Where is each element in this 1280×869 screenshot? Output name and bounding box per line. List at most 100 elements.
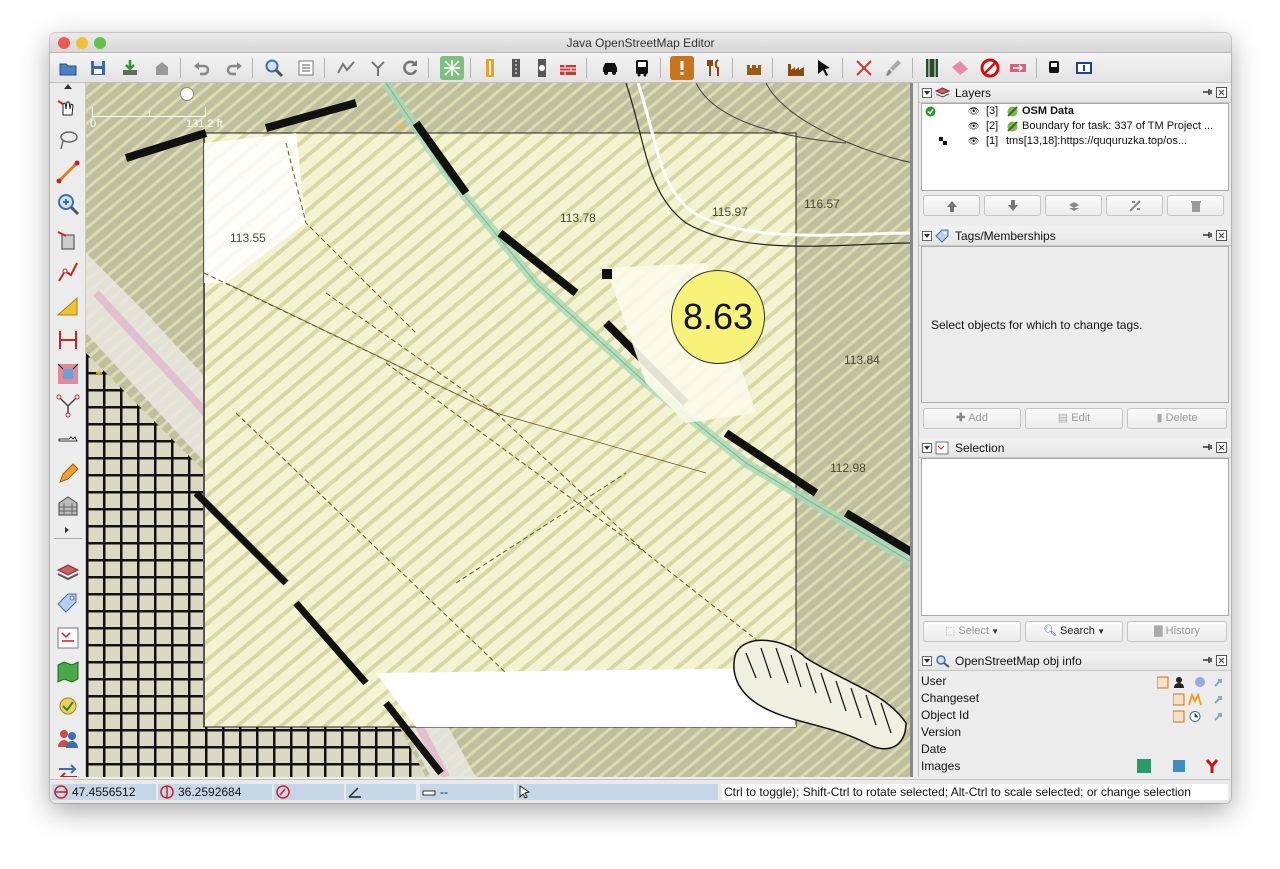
zoom-button[interactable]: [262, 56, 286, 80]
preset-barrier-button[interactable]: [556, 56, 580, 80]
lasso-mode-button[interactable]: [55, 127, 81, 153]
preset-brush-button[interactable]: [882, 56, 906, 80]
upload-button[interactable]: [150, 56, 174, 80]
pin-icon[interactable]: [1202, 655, 1213, 666]
toggle-validator-button[interactable]: [55, 693, 81, 719]
building-tool-button[interactable]: [55, 493, 81, 519]
eye-icon[interactable]: 👁: [968, 119, 979, 134]
object-id-actions-icons[interactable]: [1173, 710, 1229, 723]
preset-car-button[interactable]: [598, 56, 622, 80]
selection-list-icon: [57, 627, 79, 649]
move-layer-up-button[interactable]: [923, 195, 980, 216]
toggle-map-paint-button[interactable]: [55, 659, 81, 685]
preset-bus-button[interactable]: [630, 56, 654, 80]
preset-castle-button[interactable]: [742, 56, 766, 80]
toggle-tags-button[interactable]: [55, 591, 81, 617]
scroll-up-arrow-icon[interactable]: [64, 84, 72, 89]
collapse-toggle-icon[interactable]: [922, 88, 932, 98]
preset-crossing-button[interactable]: [852, 56, 876, 80]
split-way-button[interactable]: [55, 327, 81, 353]
pin-icon[interactable]: [1202, 230, 1213, 241]
user-actions-icons[interactable]: [1157, 676, 1229, 689]
search-button[interactable]: 🔍︎ Search ▼: [1025, 621, 1123, 642]
redo-button[interactable]: [222, 56, 246, 80]
select-button[interactable]: ⬚ Select ▼: [923, 621, 1021, 642]
minimize-window-button[interactable]: [76, 37, 88, 49]
toggle-changeset-button[interactable]: [55, 759, 81, 777]
obj-info-version: Version: [921, 725, 962, 739]
dropdown-arrow-icon[interactable]: ▼: [1095, 627, 1105, 636]
draw-mode-button[interactable]: [55, 159, 81, 185]
eye-icon[interactable]: 👁: [968, 104, 979, 119]
preset-road-button[interactable]: [504, 56, 528, 80]
close-icon[interactable]: [1216, 230, 1227, 241]
preset-oneway-button[interactable]: [1006, 56, 1030, 80]
preset-warning-button[interactable]: [670, 56, 694, 80]
open-file-button[interactable]: [56, 56, 80, 80]
toggle-layers-button[interactable]: [55, 559, 81, 585]
zoom-slider-knob[interactable]: [180, 87, 194, 101]
layers-list: 👁 [3] OSM Data 👁 [2] Boundary for task: …: [921, 103, 1229, 191]
changeset-actions-icons[interactable]: [1173, 693, 1229, 706]
pencil-mode-button[interactable]: [55, 461, 81, 487]
undo-button[interactable]: [190, 56, 214, 80]
download-button[interactable]: [118, 56, 142, 80]
close-icon[interactable]: [1216, 655, 1227, 666]
zoom-mode-button[interactable]: [55, 191, 81, 217]
preset-railway-button[interactable]: [920, 56, 944, 80]
preset-information-button[interactable]: [1072, 56, 1096, 80]
extrude-mode-button[interactable]: [55, 361, 81, 387]
preset-ticket-button[interactable]: [948, 56, 972, 80]
collapse-toggle-icon[interactable]: [922, 231, 932, 241]
layer-opacity-button[interactable]: [1106, 195, 1163, 216]
eye-icon[interactable]: 👁: [968, 134, 979, 149]
more-tools-arrow-icon[interactable]: [65, 527, 69, 533]
layer-row-tms[interactable]: 👁 [1] tms[13,18]:https://ququruzka.top/o…: [922, 134, 1228, 149]
history-button[interactable]: ▇ History: [1127, 621, 1227, 642]
tags-dialog: Tags/Memberships Select objects for whic…: [919, 226, 1231, 432]
preset-traffic-button[interactable]: [478, 56, 502, 80]
node-tool-button[interactable]: [55, 393, 81, 419]
pin-icon[interactable]: [1202, 87, 1213, 98]
wireframe-button[interactable]: [440, 56, 464, 80]
save-button[interactable]: [86, 56, 110, 80]
refresh-button[interactable]: [398, 56, 422, 80]
preset-restriction-button[interactable]: [978, 56, 1002, 80]
collapse-toggle-icon[interactable]: [922, 443, 932, 453]
obj-info-date: Date: [921, 742, 947, 756]
preset-pointer-button[interactable]: [812, 56, 836, 80]
way-downloader-button[interactable]: [55, 427, 81, 453]
zoom-window-button[interactable]: [94, 37, 106, 49]
simplify-way-button[interactable]: [334, 56, 358, 80]
edit-tag-button[interactable]: ▤ Edit: [1025, 408, 1123, 429]
parallel-mode-button[interactable]: [55, 293, 81, 319]
map-view[interactable]: 0 131.2 ft 113.55 113.78 115.97 116.57 1…: [86, 83, 913, 777]
preset-industry-button[interactable]: [784, 56, 808, 80]
select-mode-button[interactable]: [55, 95, 81, 121]
delete-tag-button[interactable]: ▮ Delete: [1127, 408, 1227, 429]
close-icon[interactable]: [1216, 87, 1227, 98]
move-layer-down-button[interactable]: [984, 195, 1041, 216]
preset-food-button[interactable]: [702, 56, 726, 80]
simplify-icon: [337, 61, 355, 74]
improve-way-button[interactable]: [55, 259, 81, 285]
delete-mode-button[interactable]: [55, 227, 81, 253]
pin-icon[interactable]: [1202, 442, 1213, 453]
preset-bus-stop-button[interactable]: [1042, 56, 1066, 80]
folder-icon: [59, 63, 77, 76]
merge-layer-button[interactable]: [1045, 195, 1102, 216]
combine-way-button[interactable]: [366, 56, 390, 80]
images-actions-icons[interactable]: [1137, 758, 1229, 774]
close-window-button[interactable]: [58, 37, 70, 49]
delete-layer-button[interactable]: [1167, 195, 1224, 216]
collapse-toggle-icon[interactable]: [922, 656, 932, 666]
toggle-authors-button[interactable]: [55, 725, 81, 751]
dropdown-arrow-icon[interactable]: ▼: [989, 627, 999, 636]
add-tag-button[interactable]: ✚ Add: [923, 408, 1021, 429]
layer-row-boundary[interactable]: 👁 [2] Boundary for task: 337 of TM Proje…: [922, 119, 1228, 134]
preset-traffic-light-button[interactable]: [530, 56, 554, 80]
toggle-selection-button[interactable]: [55, 625, 81, 651]
layer-row-osm-data[interactable]: 👁 [3] OSM Data: [922, 104, 1228, 119]
close-icon[interactable]: [1216, 442, 1227, 453]
preferences-button[interactable]: [294, 56, 318, 80]
